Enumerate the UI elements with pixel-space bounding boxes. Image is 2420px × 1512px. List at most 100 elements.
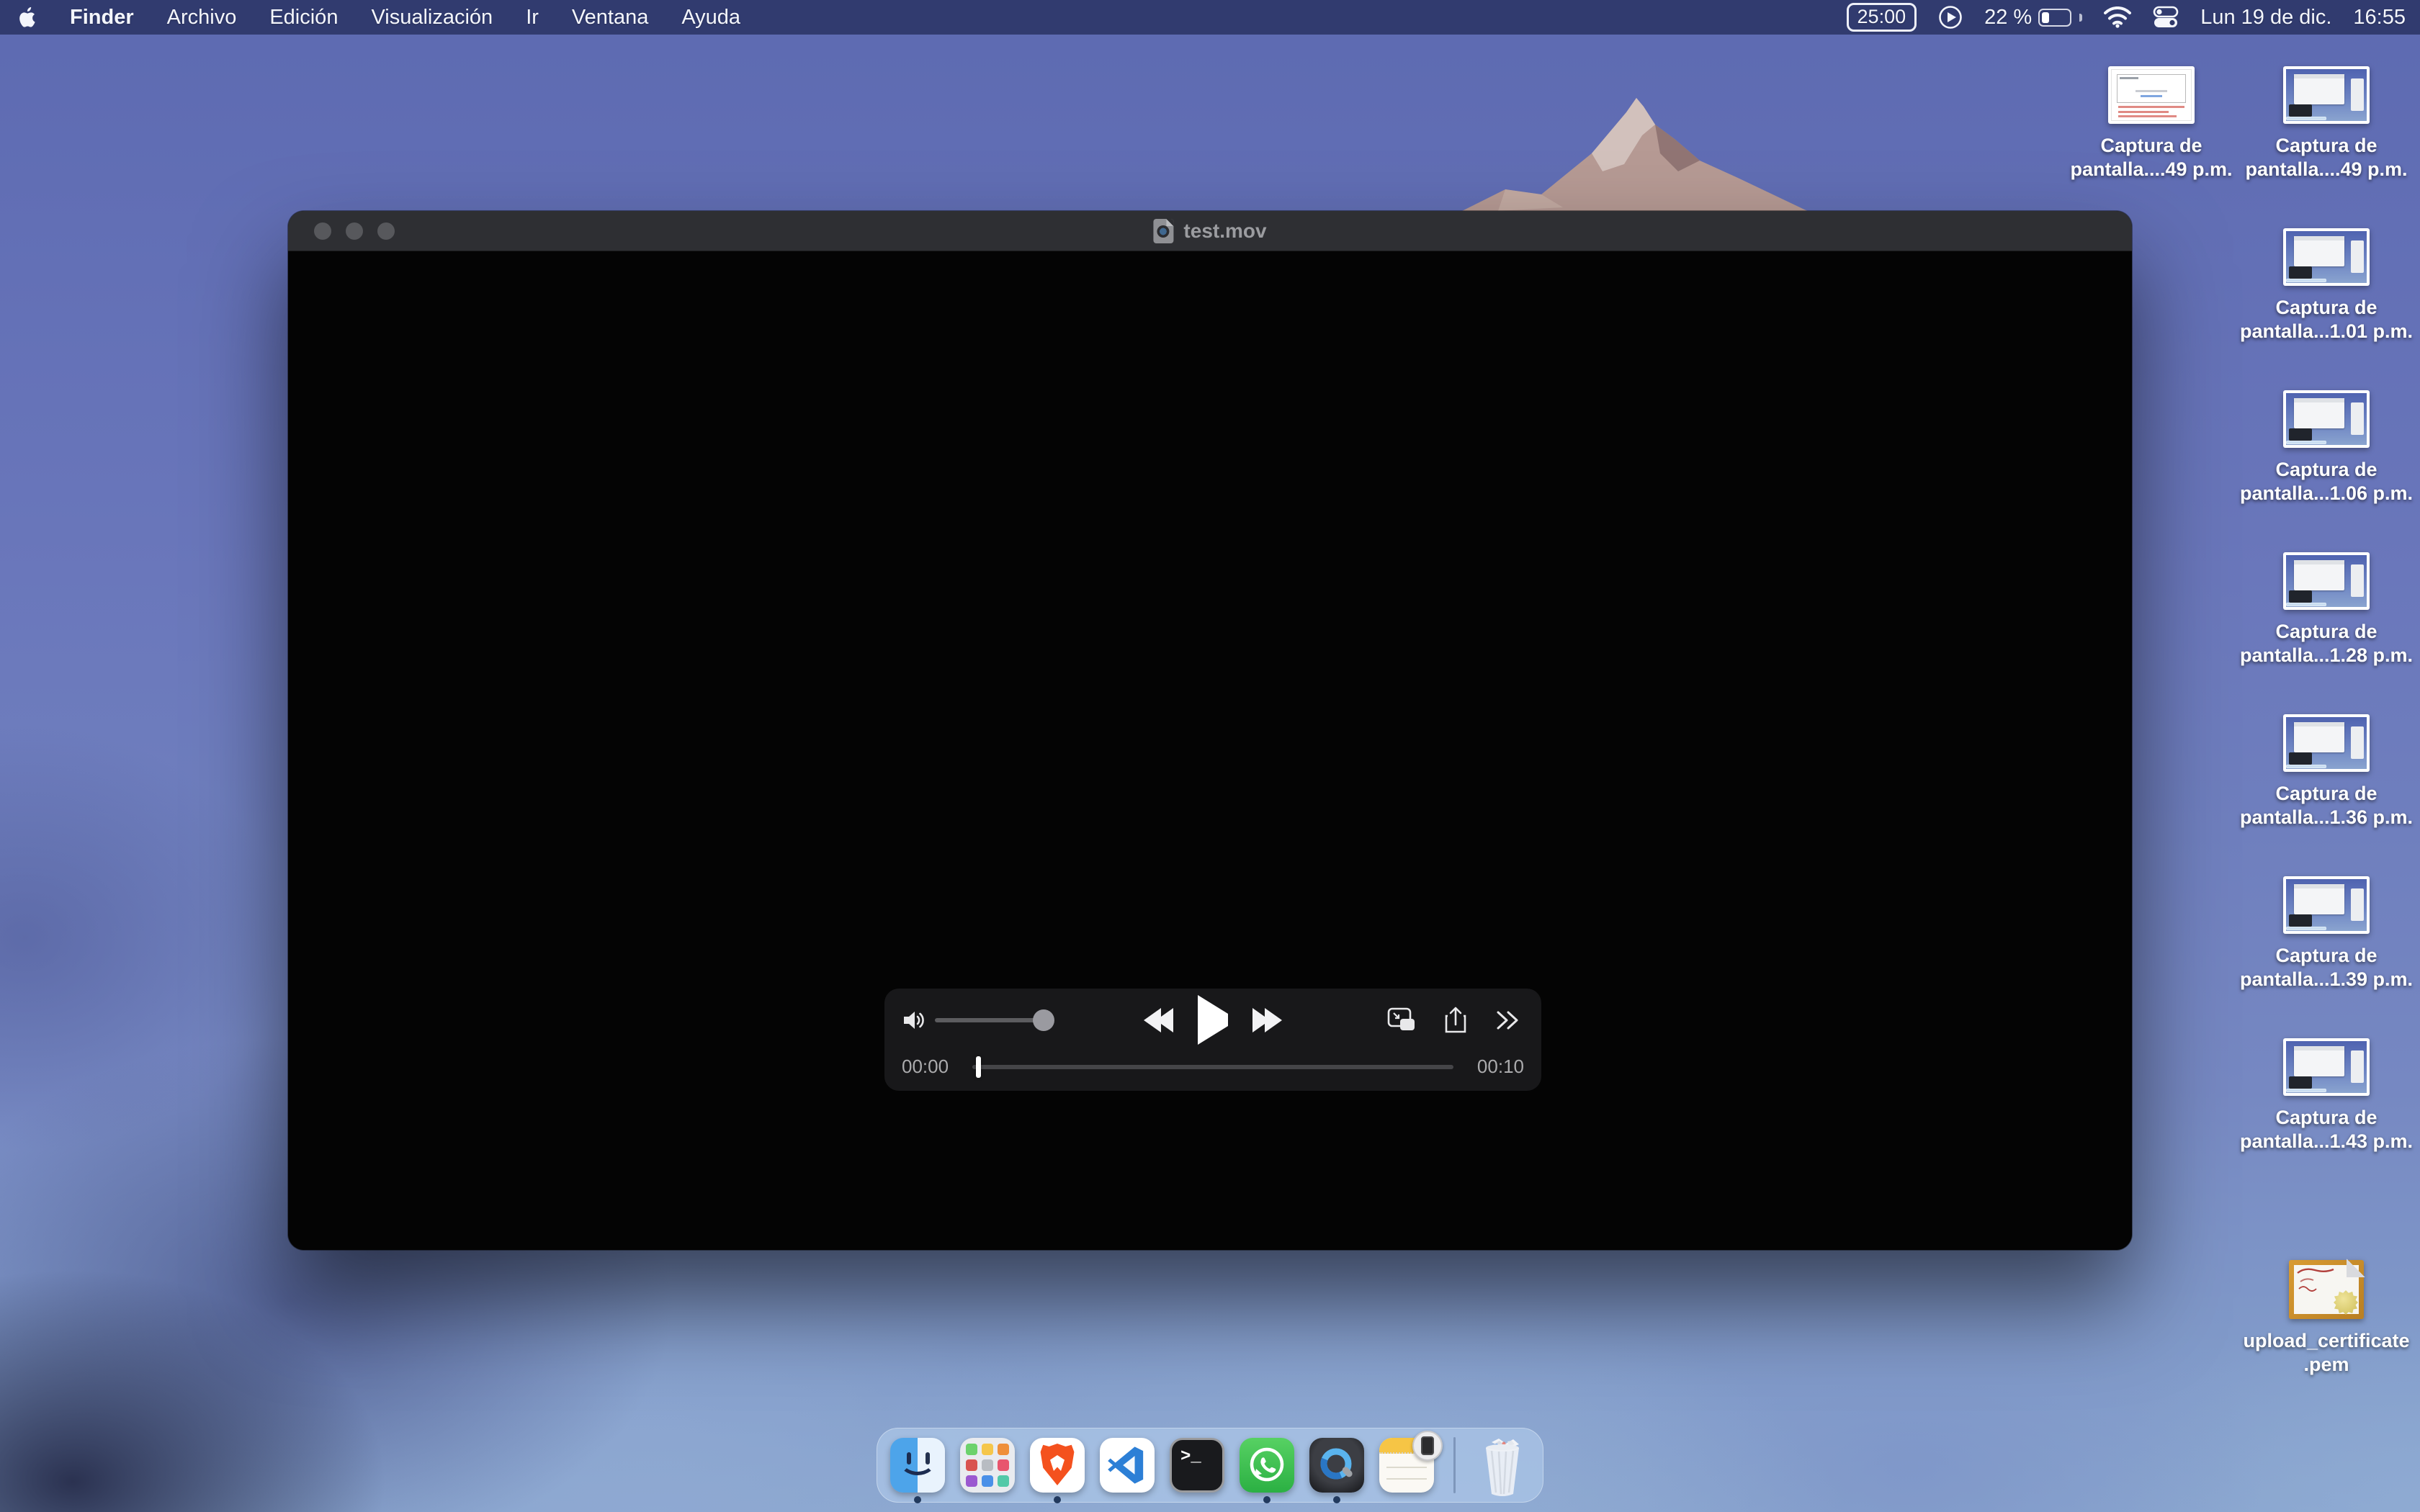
launchpad-icon [960,1438,1015,1493]
iphone-mirroring-icon[interactable] [1412,1431,1443,1461]
desktop-icon[interactable]: Captura depantalla....49 p.m. [2061,66,2241,228]
menu-item-ayuda[interactable]: Ayuda [665,0,757,35]
finder-icon [890,1438,945,1493]
dock-item-notes[interactable] [1379,1434,1434,1497]
screenshot-thumbnail [2283,228,2370,286]
quicktime-icon [1309,1438,1364,1493]
desktop-icon-label: upload_certificate.pem [2243,1329,2409,1377]
terminal-icon: >_ [1170,1438,1224,1493]
close-button[interactable] [314,222,331,240]
screenshot-thumbnail [2283,66,2370,124]
screenshot-thumbnail [2283,390,2370,448]
wallpaper-mountain [1455,85,1815,215]
screenshot-thumbnail [2283,552,2370,610]
volume-icon[interactable] [902,1008,928,1032]
desktop-icon-column-left: Captura depantalla....49 p.m. [2061,66,2241,228]
screenshot-thumbnail [2283,1038,2370,1096]
certificate-icon [2289,1260,2364,1319]
volume-control [902,989,1050,1052]
desktop-icon-label: Captura depantalla....49 p.m. [2070,134,2232,181]
menu-bar-status: 25:00 22 % Lun 19 de dic. 16:55 [1847,0,2420,35]
desktop-icon-column-right: Captura depantalla....49 p.m. Captura de… [2236,66,2416,1377]
dock-item-trash[interactable] [1475,1434,1530,1497]
menu-item-finder[interactable]: Finder [53,0,151,35]
duration-time: 00:10 [1466,1056,1524,1078]
desktop-icon-label: Captura depantalla...1.36 p.m. [2240,782,2413,829]
scrubber-track[interactable] [972,1065,1453,1069]
window-title: test.mov [1183,220,1266,243]
brave-icon [1030,1438,1085,1493]
desktop-icon[interactable]: Captura depantalla...1.01 p.m. [2236,228,2416,390]
window-title-group: test.mov [1153,219,1266,243]
apple-menu[interactable] [0,6,53,28]
desktop-icon[interactable]: Captura depantalla...1.36 p.m. [2236,714,2416,876]
running-indicator [1054,1496,1061,1503]
fast-forward-button[interactable] [1252,1008,1277,1032]
quicktime-window: test.mov [288,211,2132,1250]
dock-item-terminal[interactable]: >_ [1170,1434,1224,1497]
running-indicator [914,1496,921,1503]
battery-icon [2038,9,2071,27]
screenshot-thumbnail [2283,876,2370,934]
apple-icon [17,6,36,28]
dock: >_ [877,1428,1543,1503]
movie-file-icon [1153,219,1173,243]
trash-icon [1475,1438,1530,1497]
zoom-button[interactable] [377,222,395,240]
menu-item-archivo[interactable]: Archivo [151,0,254,35]
menu-bar-date[interactable]: Lun 19 de dic. [2200,6,2331,30]
rewind-button[interactable] [1149,1008,1173,1032]
menu-item-ir[interactable]: Ir [509,0,555,35]
desktop-icon[interactable]: Captura depantalla...1.06 p.m. [2236,390,2416,552]
dock-item-launchpad[interactable] [960,1434,1015,1497]
battery-status[interactable]: 22 % [1984,6,2082,30]
battery-percent-label: 22 % [1984,6,2032,30]
elapsed-time: 00:00 [902,1056,959,1078]
dock-item-brave[interactable] [1030,1434,1085,1497]
dock-item-vscode[interactable] [1100,1434,1155,1497]
menu-item-ventana[interactable]: Ventana [555,0,665,35]
running-indicator [1263,1496,1270,1503]
volume-slider[interactable] [935,1018,1050,1022]
pip-icon[interactable] [1387,1007,1417,1033]
desktop-icon[interactable]: Captura depantalla...1.28 p.m. [2236,552,2416,714]
desktop-icon[interactable]: upload_certificate.pem [2236,1200,2416,1377]
menu-bar-time[interactable]: 16:55 [2353,6,2406,30]
volume-knob[interactable] [1033,1009,1054,1031]
play-button[interactable] [1198,1014,1228,1027]
menu-item-edicion[interactable]: Edición [253,0,354,35]
transport-controls [1149,989,1277,1052]
desktop-icon-label: Captura depantalla...1.01 p.m. [2240,296,2413,343]
control-center-icon[interactable] [2153,6,2179,29]
desktop-icon[interactable]: Captura depantalla...1.43 p.m. [2236,1038,2416,1200]
dock-divider [1453,1437,1456,1493]
desktop-icon-label: Captura depantalla...1.43 p.m. [2240,1106,2413,1153]
desktop-icon-label: Captura depantalla....49 p.m. [2245,134,2407,181]
timeline: 00:00 00:10 [902,1056,1524,1078]
playhead[interactable] [976,1056,981,1078]
running-indicator [1333,1496,1340,1503]
desktop-icon-label: Captura depantalla...1.28 p.m. [2240,620,2413,667]
playback-controls: 00:00 00:10 [884,989,1541,1091]
minimize-button[interactable] [346,222,363,240]
menu-item-visualizacion[interactable]: Visualización [354,0,509,35]
video-canvas[interactable] [288,252,2132,1250]
screenshot-thumbnail [2283,714,2370,772]
wifi-icon[interactable] [2104,6,2131,28]
play-circle-icon[interactable] [1938,5,1963,30]
traffic-lights [288,222,395,240]
desktop-icon-label: Captura depantalla...1.39 p.m. [2240,944,2413,991]
menu-bar: Finder Archivo Edición Visualización Ir … [0,0,2420,35]
dock-item-quicktime[interactable] [1309,1434,1364,1497]
desktop-icon[interactable]: Captura depantalla...1.39 p.m. [2236,876,2416,1038]
share-icon[interactable] [1443,1006,1468,1035]
vscode-icon [1100,1438,1155,1493]
dock-item-whatsapp[interactable] [1240,1434,1294,1497]
desktop-icon[interactable]: Captura depantalla....49 p.m. [2236,66,2416,228]
more-chevrons-icon[interactable] [1494,1009,1521,1031]
timer-widget[interactable]: 25:00 [1847,3,1917,32]
window-title-bar[interactable]: test.mov [288,211,2132,251]
dock-item-finder[interactable] [890,1434,945,1497]
whatsapp-icon [1240,1438,1294,1493]
secondary-controls [1387,989,1521,1052]
